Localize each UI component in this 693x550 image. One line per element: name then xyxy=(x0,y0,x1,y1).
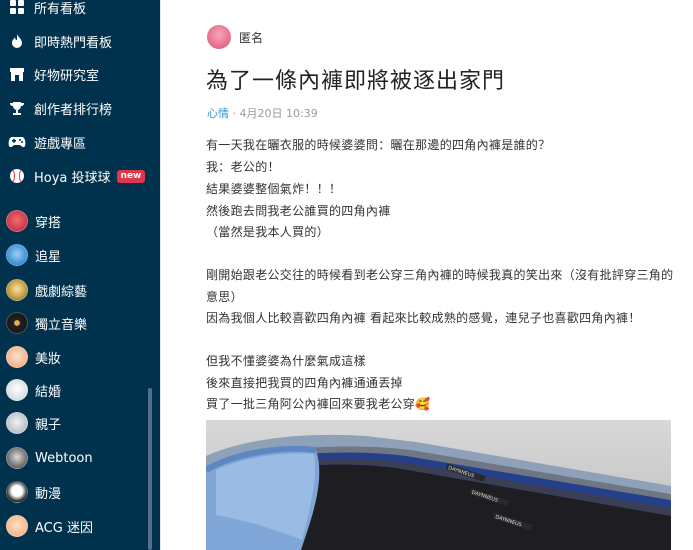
author-name[interactable]: 匿名 xyxy=(239,29,263,46)
sidebar-item-label: 美妝 xyxy=(35,351,62,367)
sidebar-item-parenting[interactable]: 親子 xyxy=(0,408,150,438)
author-avatar[interactable] xyxy=(207,25,231,49)
sidebar-item-webtoon[interactable]: Webtoon xyxy=(0,443,150,473)
board-icon xyxy=(8,0,26,16)
acg-avatar xyxy=(6,515,28,537)
sidebar-item-drama[interactable]: 戲劇綜藝 xyxy=(0,275,150,305)
sidebar-item-anime[interactable]: 動漫 xyxy=(0,477,150,507)
sidebar-item-label: 遊戲專區 xyxy=(34,136,87,152)
body-line: 我：老公的！ xyxy=(206,160,280,174)
sidebar-item-label: 所有看板 xyxy=(34,1,87,17)
sidebar-item-all-boards[interactable]: 所有看板 xyxy=(0,0,150,22)
board-link[interactable]: 心情 xyxy=(207,107,229,120)
post-title: 為了一條內褲即將被逐出家門 xyxy=(206,69,506,94)
sidebar-item-label: 穿搭 xyxy=(35,215,62,231)
outfit-avatar xyxy=(6,210,28,232)
sidebar-item-label: 動漫 xyxy=(35,486,62,502)
makeup-avatar xyxy=(6,346,28,368)
post-photo[interactable]: DAYNNEUS DAYNNEUS DAYNNEUS xyxy=(206,420,671,550)
music-avatar xyxy=(6,312,28,334)
new-badge: new xyxy=(116,169,146,183)
body-line: 但我不懂婆婆為什麼氣成這樣 xyxy=(206,354,366,368)
sidebar-scrollbar[interactable] xyxy=(148,388,152,550)
sidebar-item-label: ACG 迷因 xyxy=(35,520,93,536)
store-icon xyxy=(8,65,26,83)
sidebar-item-creator-ranking[interactable]: 創作者排行榜 xyxy=(0,93,150,123)
sidebar-item-game-zone[interactable]: 遊戲專區 xyxy=(0,127,150,157)
underwear-photo: DAYNNEUS DAYNNEUS DAYNNEUS xyxy=(206,420,671,550)
body-line: （當然是我本人買的） xyxy=(206,225,330,239)
sidebar-item-wedding[interactable]: 結婚 xyxy=(0,375,150,405)
sidebar-item-outfit[interactable]: 穿搭 xyxy=(0,206,150,236)
sidebar-item-indie-music[interactable]: 獨立音樂 xyxy=(0,308,150,338)
anime-avatar xyxy=(6,481,28,503)
body-line: 後來直接把我買的四角內褲通通丟掉 xyxy=(206,376,403,390)
sidebar-item-label: 即時熱門看板 xyxy=(34,35,113,51)
fire-icon xyxy=(8,32,26,50)
sidebar-item-label: 好物研究室 xyxy=(34,68,100,84)
sidebar: 所有看板 即時熱門看板 好物研究室 創作者排行榜 遊戲專區 Hoya 投球球 n… xyxy=(0,0,160,550)
sidebar-item-label: 戲劇綜藝 xyxy=(35,284,88,300)
sidebar-item-idol[interactable]: 追星 xyxy=(0,240,150,270)
body-line: 因為我個人比較喜歡四角內褲 看起來比較成熟的感覺，連兒子也喜歡四角內褲！ xyxy=(206,311,641,325)
sidebar-item-good-stuff-lab[interactable]: 好物研究室 xyxy=(0,59,150,89)
body-line: 結果婆婆整個氣炸！！！ xyxy=(206,182,342,196)
sidebar-item-label: Hoya 投球球 xyxy=(34,170,111,186)
parenting-avatar xyxy=(6,412,28,434)
sidebar-item-label: 獨立音樂 xyxy=(35,317,88,333)
drama-avatar xyxy=(6,279,28,301)
post-content: 匿名 為了一條內褲即將被逐出家門 心情 · 4月20日 10:39 有一天我在曬… xyxy=(160,0,693,550)
meta-separator: · xyxy=(232,107,240,120)
body-line: 買了一批三角阿公內褲回來要我老公穿🥰 xyxy=(206,397,431,411)
sidebar-item-label: Webtoon xyxy=(35,450,93,466)
body-line: 意思） xyxy=(206,290,243,304)
wedding-avatar xyxy=(6,379,28,401)
gamepad-icon xyxy=(8,133,26,151)
sidebar-item-label: 親子 xyxy=(35,417,62,433)
webtoon-avatar xyxy=(6,447,28,469)
post-meta: 心情 · 4月20日 10:39 xyxy=(207,105,318,121)
sidebar-item-label: 結婚 xyxy=(35,384,62,400)
sidebar-item-hot-boards[interactable]: 即時熱門看板 xyxy=(0,26,150,56)
sidebar-item-label: 創作者排行榜 xyxy=(34,102,113,118)
sidebar-item-label: 追星 xyxy=(35,249,62,265)
post-date: 4月20日 10:39 xyxy=(239,107,318,120)
divider xyxy=(160,0,161,550)
baseball-icon xyxy=(8,167,26,185)
body-line: 剛開始跟老公交往的時候看到老公穿三角內褲的時候我真的笑出來（沒有批評穿三角的 xyxy=(206,268,674,282)
sidebar-item-makeup[interactable]: 美妝 xyxy=(0,342,150,372)
body-line: 有一天我在曬衣服的時候婆婆問：曬在那邊的四角內褲是誰的？ xyxy=(206,138,551,152)
sidebar-item-hoya-baseball[interactable]: Hoya 投球球 new xyxy=(0,161,150,191)
sidebar-item-acg-meme[interactable]: ACG 迷因 xyxy=(0,511,150,541)
idol-avatar xyxy=(6,244,28,266)
trophy-icon xyxy=(8,99,26,117)
body-line: 然後跑去問我老公誰買的四角內褲 xyxy=(206,204,391,218)
